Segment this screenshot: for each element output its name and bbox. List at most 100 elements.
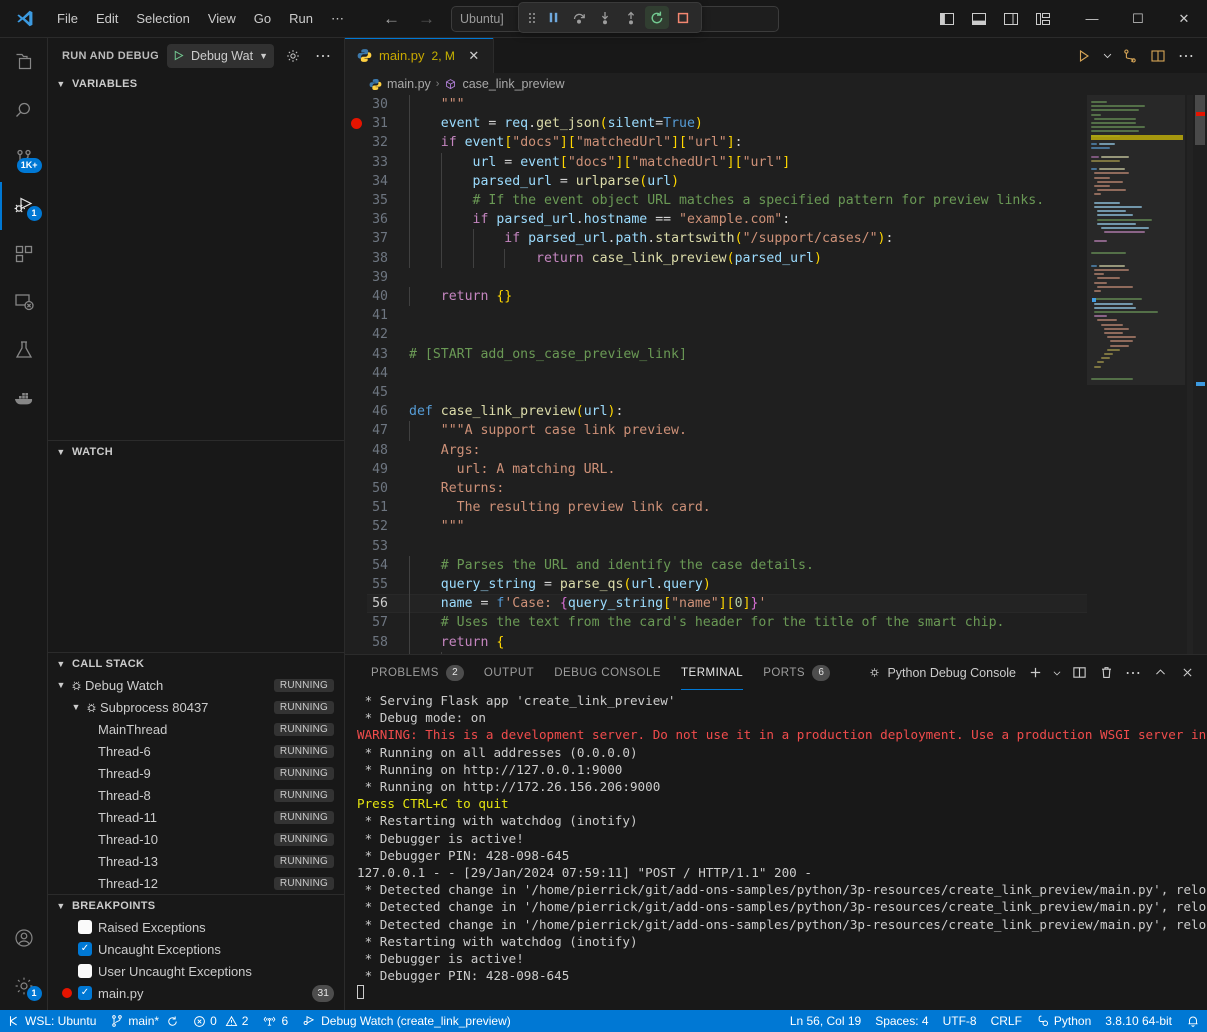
line-number[interactable]: 37 xyxy=(367,229,409,248)
callstack-row[interactable]: Thread-11RUNNING xyxy=(48,806,344,828)
code-line[interactable]: 41 xyxy=(367,306,1087,325)
sidebar-more-actions-icon[interactable]: ⋯ xyxy=(312,45,334,67)
line-content[interactable]: return case_link_preview(parsed_url) xyxy=(409,249,822,268)
line-content[interactable]: # If the event object URL matches a spec… xyxy=(409,191,1044,210)
line-content[interactable]: parsed_url = urlparse(url) xyxy=(409,172,679,191)
line-number[interactable]: 52 xyxy=(367,517,409,536)
line-number[interactable]: 56 xyxy=(367,594,409,613)
line-number[interactable]: 58 xyxy=(367,633,409,652)
split-terminal-icon[interactable] xyxy=(1067,661,1091,685)
line-content[interactable]: # Parses the URL and identify the case d… xyxy=(409,556,814,575)
callstack-row[interactable]: Thread-12RUNNING xyxy=(48,872,344,894)
breakpoint-checkbox[interactable] xyxy=(78,920,92,934)
line-content[interactable]: # [START add_ons_case_preview_link] xyxy=(409,345,687,364)
run-dropdown-icon[interactable] xyxy=(1099,43,1115,69)
line-content[interactable]: # Uses the text from the card's header f… xyxy=(409,613,1004,632)
line-number[interactable]: 33 xyxy=(367,153,409,172)
code-line[interactable]: 58 return { xyxy=(367,633,1087,652)
toggle-secondary-sidebar-icon[interactable] xyxy=(997,5,1025,33)
stop-icon[interactable] xyxy=(671,6,695,29)
callstack-row[interactable]: Thread-10RUNNING xyxy=(48,828,344,850)
code-lines[interactable]: 30 """31 event = req.get_json(silent=Tru… xyxy=(367,95,1087,654)
code-line[interactable]: 32 if event["docs"]["matchedUrl"]["url"]… xyxy=(367,133,1087,152)
breakpoint-checkbox[interactable]: ✓ xyxy=(78,986,92,1000)
activity-item-extensions[interactable] xyxy=(0,230,48,278)
line-content[interactable]: url: A matching URL. xyxy=(409,460,615,479)
minimize-button[interactable]: — xyxy=(1069,0,1115,38)
panel-more-actions-icon[interactable]: ⋯ xyxy=(1121,661,1145,685)
status-branch[interactable]: main* xyxy=(103,1010,186,1032)
line-content[interactable]: if event["docs"]["matchedUrl"]["url"]: xyxy=(409,133,743,152)
line-content[interactable]: Returns: xyxy=(409,479,504,498)
minimap[interactable] xyxy=(1087,95,1193,654)
line-number[interactable]: 32 xyxy=(367,133,409,152)
panel-tab-terminal[interactable]: TERMINAL xyxy=(671,655,753,690)
callstack-row[interactable]: MainThreadRUNNING xyxy=(48,718,344,740)
line-number[interactable]: 44 xyxy=(367,364,409,383)
activity-item-accounts[interactable] xyxy=(0,914,48,962)
activity-item-explorer[interactable] xyxy=(0,38,48,86)
status-interpreter[interactable]: 3.8.10 64-bit xyxy=(1098,1010,1179,1032)
activity-item-source-control[interactable]: 1K+ xyxy=(0,134,48,182)
code-line[interactable]: 54 # Parses the URL and identify the cas… xyxy=(367,556,1087,575)
go-forward-icon[interactable]: → xyxy=(418,10,435,27)
split-editor-icon[interactable] xyxy=(1145,43,1171,69)
code-line[interactable]: 50 Returns: xyxy=(367,479,1087,498)
code-line[interactable]: 34 parsed_url = urlparse(url) xyxy=(367,172,1087,191)
breadcrumb-symbol[interactable]: case_link_preview xyxy=(462,77,564,91)
code-line[interactable]: 40 return {} xyxy=(367,287,1087,306)
status-debug-session[interactable]: Debug Watch (create_link_preview) xyxy=(295,1010,518,1032)
close-button[interactable]: ✕ xyxy=(1161,0,1207,38)
tab-main-py[interactable]: main.py 2, M ✕ xyxy=(345,38,494,73)
callstack-row[interactable]: ▼Debug WatchRUNNING xyxy=(48,674,344,696)
activity-item-testing[interactable] xyxy=(0,326,48,374)
status-eol[interactable]: CRLF xyxy=(984,1010,1029,1032)
panel-tab-output[interactable]: OUTPUT xyxy=(474,655,544,690)
status-cursor-position[interactable]: Ln 56, Col 19 xyxy=(783,1010,868,1032)
code-line[interactable]: 38 return case_link_preview(parsed_url) xyxy=(367,249,1087,268)
panel-tab-problems[interactable]: PROBLEMS2 xyxy=(361,655,474,690)
breakpoint-row[interactable]: Raised Exceptions xyxy=(48,916,344,938)
status-ports[interactable]: 6 xyxy=(255,1010,295,1032)
line-number[interactable]: 53 xyxy=(367,537,409,556)
maximize-panel-icon[interactable] xyxy=(1148,661,1172,685)
line-content[interactable]: query_string = parse_qs(url.query) xyxy=(409,575,711,594)
activity-item-manage-settings[interactable]: 1 xyxy=(0,962,48,1010)
new-terminal-icon[interactable] xyxy=(1023,661,1047,685)
toggle-primary-sidebar-icon[interactable] xyxy=(933,5,961,33)
callstack-row[interactable]: Thread-13RUNNING xyxy=(48,850,344,872)
restart-icon[interactable] xyxy=(645,6,669,29)
tab-close-icon[interactable]: ✕ xyxy=(465,47,483,65)
line-content[interactable]: url = event["docs"]["matchedUrl"]["url"] xyxy=(409,153,790,172)
status-notifications[interactable] xyxy=(1179,1010,1207,1032)
line-content[interactable]: def case_link_preview(url): xyxy=(409,402,623,421)
debug-settings-gear-icon[interactable] xyxy=(282,45,304,67)
code-line[interactable]: 44 xyxy=(367,364,1087,383)
panel-tab-ports[interactable]: PORTS6 xyxy=(753,655,840,690)
debug-config-dropdown[interactable]: Debug Wat ▼ xyxy=(167,44,274,68)
editor-more-actions-icon[interactable]: ⋯ xyxy=(1173,43,1199,69)
menu-selection[interactable]: Selection xyxy=(127,8,198,29)
code-line[interactable]: 35 # If the event object URL matches a s… xyxy=(367,191,1087,210)
menu-edit[interactable]: Edit xyxy=(87,8,127,29)
line-content[interactable]: """ xyxy=(409,517,465,536)
menu-more[interactable]: ⋯ xyxy=(322,8,353,30)
scrollbar-thumb[interactable] xyxy=(1195,95,1205,145)
toggle-panel-icon[interactable] xyxy=(965,5,993,33)
breakpoint-row[interactable]: ✓main.py31 xyxy=(48,982,344,1004)
code-line[interactable]: 45 xyxy=(367,383,1087,402)
terminal-dropdown-icon[interactable] xyxy=(1050,661,1064,685)
menu-run[interactable]: Run xyxy=(280,8,322,29)
code-line[interactable]: 53 xyxy=(367,537,1087,556)
line-number[interactable]: 50 xyxy=(367,479,409,498)
line-content[interactable]: """ xyxy=(409,95,465,114)
breakpoint-checkbox[interactable]: ✓ xyxy=(78,942,92,956)
line-content[interactable]: name = f'Case: {query_string["name"][0]}… xyxy=(409,594,766,613)
code-line[interactable]: 57 # Uses the text from the card's heade… xyxy=(367,613,1087,632)
editor-scrollbar[interactable] xyxy=(1193,95,1207,654)
drag-handle-icon[interactable] xyxy=(525,9,539,27)
code-line[interactable]: 39 xyxy=(367,268,1087,287)
line-number[interactable]: 45 xyxy=(367,383,409,402)
status-encoding[interactable]: UTF-8 xyxy=(936,1010,984,1032)
menu-file[interactable]: File xyxy=(48,8,87,29)
